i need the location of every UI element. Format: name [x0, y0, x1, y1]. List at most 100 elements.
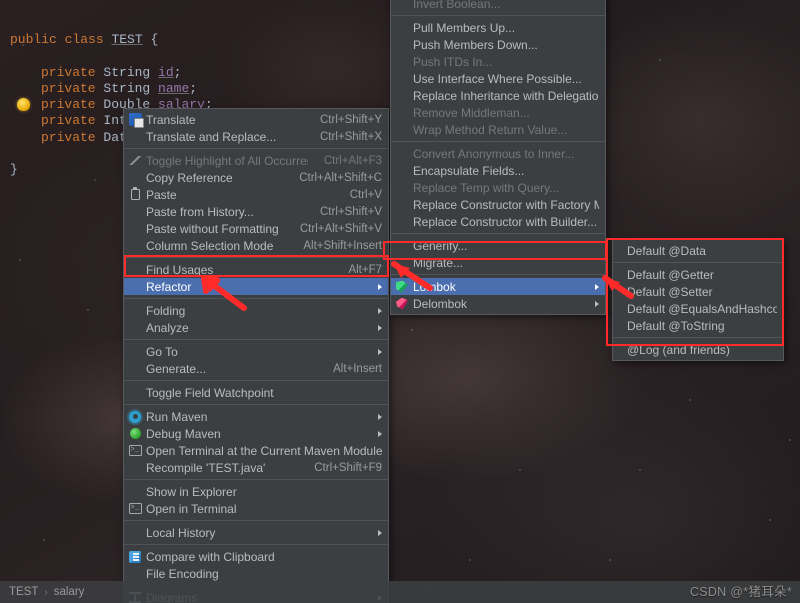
refactor-menu-item-encapsulate-fields[interactable]: Encapsulate Fields... — [391, 162, 605, 179]
context-menu-item-find-usages[interactable]: Find Usages Alt+F7 — [124, 261, 388, 278]
context-menu-item-go-to[interactable]: Go To — [124, 343, 388, 360]
editor-context-menu[interactable]: Translate Ctrl+Shift+Y Translate and Repla… — [123, 108, 389, 603]
context-menu-item-analyze[interactable]: Analyze — [124, 319, 388, 336]
context-menu-item-shortcut: Ctrl+Shift+F9 — [314, 461, 382, 474]
lombok-menu-item-default-getter[interactable]: Default @Getter — [613, 266, 783, 283]
refactor-submenu[interactable]: Invert Boolean... Pull Members Up... Push … — [390, 0, 606, 315]
compare-icon — [129, 550, 141, 563]
context-menu-icon-slot — [124, 344, 146, 360]
breadcrumb-separator-icon: › — [44, 586, 48, 598]
context-menu-item-label: Recompile 'TEST.java' — [146, 460, 266, 475]
context-menu-item-file-encoding[interactable]: File Encoding — [124, 565, 388, 582]
chevron-right-icon — [378, 307, 382, 314]
context-menu-icon-slot — [124, 525, 146, 541]
context-menu-item-column-selection-mode[interactable]: Column Selection Mode Alt+Shift+Insert — [124, 237, 388, 254]
terminal-icon-slot: >_ — [124, 443, 146, 459]
clipboard-icon-slot — [124, 187, 146, 203]
lombok-menu-item-label: Default @Setter — [627, 284, 713, 299]
refactor-menu-item-lombok[interactable]: Lombok — [391, 278, 605, 295]
context-menu-item-label: Debug Maven — [146, 426, 221, 441]
context-menu-separator — [124, 298, 388, 299]
refactor-menu-item-replace-constructor-with-builder[interactable]: Replace Constructor with Builder... — [391, 213, 605, 230]
csdn-watermark: CSDN @*猪耳朵* — [689, 585, 792, 599]
refactor-menu-item-label: Push ITDs In... — [413, 54, 493, 69]
lombok-menu-item-default-equalsandhashcode[interactable]: Default @EqualsAndHashcode — [613, 300, 783, 317]
context-menu-item-shortcut: Alt+Insert — [333, 362, 382, 375]
context-menu-item-shortcut: Alt+F7 — [348, 263, 382, 276]
refactor-menu-item-replace-constructor-with-factory-method[interactable]: Replace Constructor with Factory Method.… — [391, 196, 605, 213]
lombok-menu-item-label: @Log (and friends) — [627, 342, 730, 357]
lombok-menu-item-label: Default @Data — [627, 243, 706, 258]
context-menu-icon-slot — [124, 460, 146, 476]
context-menu-item-open-in-terminal[interactable]: >_ Open in Terminal — [124, 500, 388, 517]
breadcrumb-class[interactable]: TEST — [9, 586, 38, 598]
context-menu-separator — [124, 520, 388, 521]
context-menu-item-translate-and-replace[interactable]: Translate and Replace... Ctrl+Shift+X — [124, 128, 388, 145]
refactor-menu-item-label: Wrap Method Return Value... — [413, 122, 568, 137]
refactor-menu-item-migrate[interactable]: Migrate... — [391, 254, 605, 271]
refactor-menu-item-label: Invert Boolean... — [413, 0, 501, 11]
context-menu-item-run-maven[interactable]: Run Maven — [124, 408, 388, 425]
context-menu-item-copy-reference[interactable]: Copy Reference Ctrl+Alt+Shift+C — [124, 169, 388, 186]
refactor-menu-item-push-members-down[interactable]: Push Members Down... — [391, 36, 605, 53]
context-menu-item-label: Show in Explorer — [146, 484, 237, 499]
refactor-menu-separator — [391, 15, 605, 16]
refactor-menu-item-label: Push Members Down... — [413, 37, 538, 52]
context-menu-icon-slot — [124, 484, 146, 500]
breadcrumb-member[interactable]: salary — [54, 586, 85, 598]
refactor-menu-item-label: Replace Constructor with Factory Method.… — [413, 197, 599, 212]
context-menu-item-generate[interactable]: Generate... Alt+Insert — [124, 360, 388, 377]
refactor-menu-icon-slot — [391, 105, 413, 121]
lombok-menu-item-label: Default @ToString — [627, 318, 725, 333]
context-menu-icon-slot — [124, 303, 146, 319]
context-menu-item-show-in-explorer[interactable]: Show in Explorer — [124, 483, 388, 500]
refactor-menu-item-label: Convert Anonymous to Inner... — [413, 146, 575, 161]
refactor-menu-icon-slot — [391, 71, 413, 87]
context-menu-icon-slot — [124, 129, 146, 145]
context-menu-item-compare-with-clipboard[interactable]: Compare with Clipboard — [124, 548, 388, 565]
context-menu-item-recompile-test-java[interactable]: Recompile 'TEST.java' Ctrl+Shift+F9 — [124, 459, 388, 476]
context-menu-item-label: File Encoding — [146, 566, 219, 581]
screenshot-root: public class TEST { private String id; pr… — [0, 0, 800, 603]
context-menu-item-toggle-field-watchpoint[interactable]: Toggle Field Watchpoint — [124, 384, 388, 401]
translate-icon-slot — [124, 112, 146, 128]
context-menu-item-paste-without-formatting[interactable]: Paste without Formatting Ctrl+Alt+Shift+V — [124, 220, 388, 237]
refactor-menu-icon-slot — [391, 214, 413, 230]
refactor-menu-item-pull-members-up[interactable]: Pull Members Up... — [391, 19, 605, 36]
context-menu-item-translate[interactable]: Translate Ctrl+Shift+Y — [124, 111, 388, 128]
refactor-menu-icon-slot — [391, 88, 413, 104]
debug-dot-icon-slot — [124, 426, 146, 442]
context-menu-item-paste-from-history[interactable]: Paste from History... Ctrl+Shift+V — [124, 203, 388, 220]
chevron-right-icon — [378, 529, 382, 536]
context-menu-item-label: Open Terminal at the Current Maven Modul… — [146, 443, 382, 458]
lombok-menu-item-default-data[interactable]: Default @Data — [613, 242, 783, 259]
context-menu-item-label: Generate... — [146, 361, 207, 376]
refactor-menu-item-generify[interactable]: Generify... — [391, 237, 605, 254]
context-menu-icon-slot — [124, 170, 146, 186]
lombok-menu-item-default-setter[interactable]: Default @Setter — [613, 283, 783, 300]
refactor-menu-item-replace-inheritance-with-delegation[interactable]: Replace Inheritance with Delegation... — [391, 87, 605, 104]
refactor-menu-item-delombok[interactable]: Delombok — [391, 295, 605, 312]
lombok-menu-item-default-tostring[interactable]: Default @ToString — [613, 317, 783, 334]
context-menu-item-refactor[interactable]: Refactor — [124, 278, 388, 295]
context-menu-icon-slot — [124, 385, 146, 401]
context-menu-item-folding[interactable]: Folding — [124, 302, 388, 319]
lombok-submenu[interactable]: Default @Data Default @Getter Default @Set… — [612, 239, 784, 361]
lombok-menu-item-log-and-friends[interactable]: @Log (and friends) — [613, 341, 783, 358]
refactor-menu-item-convert-anonymous-to-inner: Convert Anonymous to Inner... — [391, 145, 605, 162]
context-menu-icon-slot — [124, 320, 146, 336]
context-menu-item-open-terminal-at-the-current-maven-modul[interactable]: >_ Open Terminal at the Current Maven Mod… — [124, 442, 388, 459]
context-menu-separator — [124, 544, 388, 545]
refactor-menu-item-label: Pull Members Up... — [413, 20, 516, 35]
delombok-icon-slot — [391, 296, 413, 312]
context-menu-item-debug-maven[interactable]: Debug Maven — [124, 425, 388, 442]
lombok-icon-slot — [391, 279, 413, 295]
refactor-menu-icon-slot — [391, 122, 413, 138]
context-menu-item-local-history[interactable]: Local History — [124, 524, 388, 541]
context-menu-item-paste[interactable]: Paste Ctrl+V — [124, 186, 388, 203]
context-menu-item-label: Copy Reference — [146, 170, 233, 185]
refactor-menu-icon-slot — [391, 20, 413, 36]
context-menu-separator — [124, 404, 388, 405]
lombok-menu-item-label: Default @Getter — [627, 267, 714, 282]
refactor-menu-item-use-interface-where-possible[interactable]: Use Interface Where Possible... — [391, 70, 605, 87]
